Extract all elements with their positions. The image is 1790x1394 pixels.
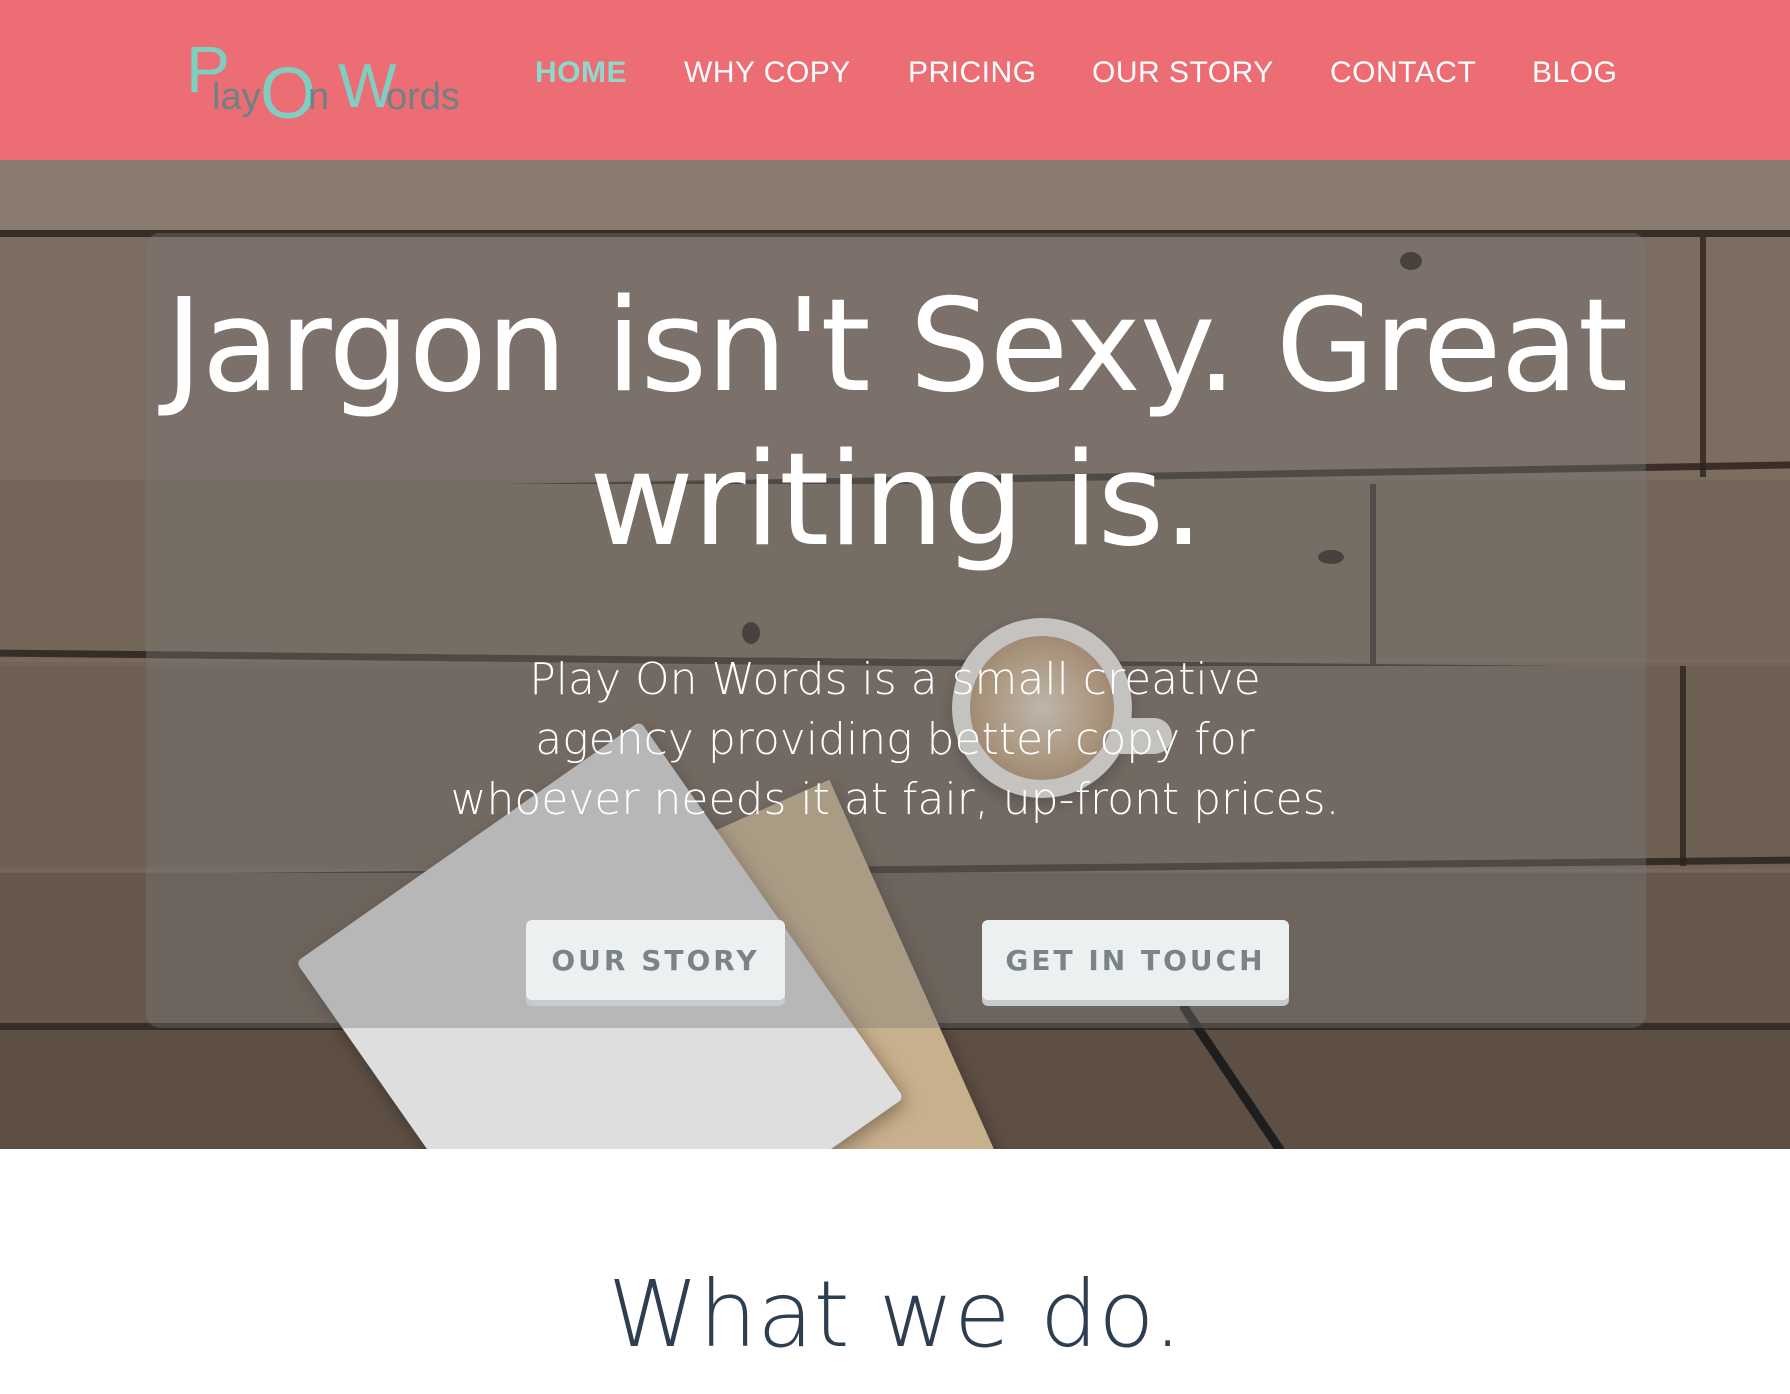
- our-story-button[interactable]: OUR STORY: [526, 920, 785, 1000]
- what-we-do-heading: What we do.: [607, 1261, 1183, 1368]
- hero-section: Jargon isn't Sexy. Great writing is. Pla…: [0, 160, 1790, 1149]
- main-nav: HOME WHY COPY PRICING OUR STORY CONTACT …: [0, 56, 1790, 96]
- nav-item-pricing[interactable]: PRICING: [908, 56, 1037, 90]
- nav-item-contact[interactable]: CONTACT: [1330, 56, 1476, 90]
- hero-subtext-line-2: agency providing better copy for: [535, 714, 1255, 765]
- hero-headline-line-2: writing is.: [589, 426, 1204, 575]
- plank-seam: [1700, 237, 1706, 477]
- nav-item-home[interactable]: HOME: [535, 56, 627, 90]
- hero-subtext-line-1: Play On Words is a small creative: [529, 654, 1261, 705]
- wood-plank: [0, 160, 1790, 230]
- nav-item-blog[interactable]: BLOG: [1532, 56, 1617, 90]
- plank-seam: [1680, 666, 1686, 866]
- get-in-touch-button[interactable]: GET IN TOUCH: [982, 920, 1289, 1000]
- hero-headline-line-1: Jargon isn't Sexy. Great: [164, 272, 1628, 421]
- nav-item-our-story[interactable]: OUR STORY: [1092, 56, 1274, 90]
- hero-subtext-line-3: whoever needs it at fair, up-front price…: [450, 774, 1340, 825]
- site-header: P lay O n W ords HOME WHY COPY PRICING O…: [0, 0, 1790, 160]
- nav-item-why-copy[interactable]: WHY COPY: [684, 56, 851, 90]
- hero-subtext: Play On Words is a small creative agency…: [420, 650, 1370, 830]
- hero-headline: Jargon isn't Sexy. Great writing is.: [146, 270, 1646, 578]
